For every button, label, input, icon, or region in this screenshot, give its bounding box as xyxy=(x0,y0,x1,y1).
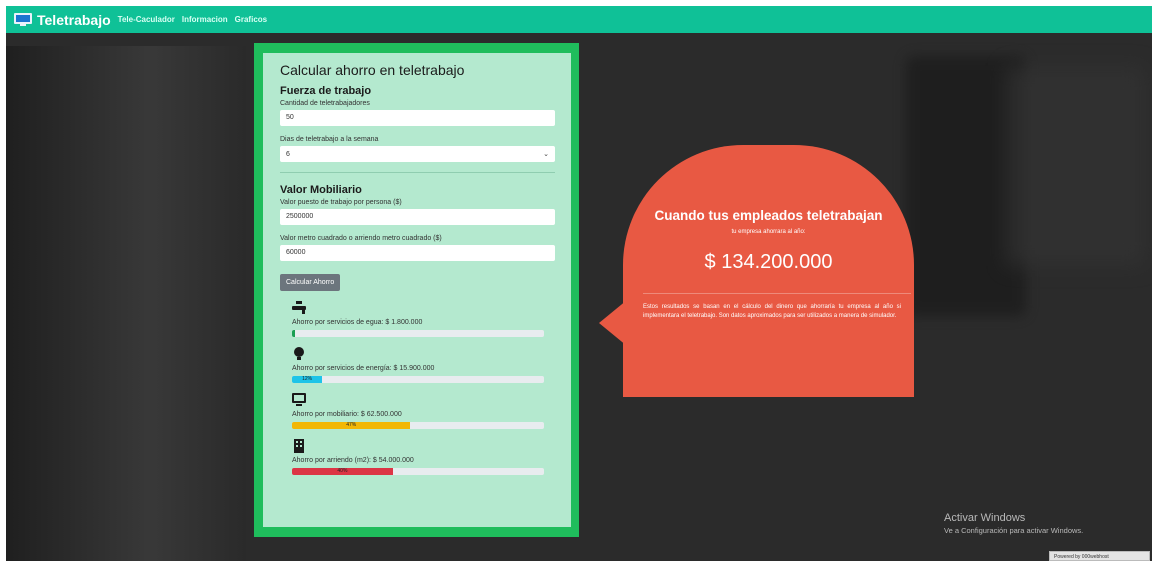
result-amount: $ 134.200.000 xyxy=(704,251,833,273)
progress-bar xyxy=(292,330,544,337)
workers-input[interactable]: 50 xyxy=(280,110,555,126)
progress-fill: 12% xyxy=(292,376,323,383)
brand-label: Teletrabajo xyxy=(37,11,111,28)
background-photo-left xyxy=(6,46,246,561)
progress-fill xyxy=(292,330,295,337)
workstation-input[interactable]: 2500000 xyxy=(280,209,555,225)
faucet-icon xyxy=(292,301,306,315)
chevron-down-icon: ⌄ xyxy=(543,151,549,158)
windows-activation-watermark: Activar Windows Ve a Configuración para … xyxy=(944,512,1083,535)
result-subtitle: tu empresa ahorrara al año: xyxy=(731,229,806,235)
savings-text: Ahorro por servicios de energía: $ 15.90… xyxy=(292,365,435,372)
powered-by-badge[interactable]: Powered by 000webhost xyxy=(1049,551,1150,561)
workstation-label: Valor puesto de trabajo por persona ($) xyxy=(280,199,402,206)
watermark-subtitle: Ve a Configuración para activar Windows. xyxy=(944,526,1084,535)
days-select-value: 6 xyxy=(286,150,290,158)
progress-fill: 40% xyxy=(292,468,393,475)
workforce-heading: Fuerza de trabajo xyxy=(280,85,372,97)
savings-item-furniture: Ahorro por mobiliario: $ 62.500.000 47% xyxy=(292,393,544,429)
savings-item-water: Ahorro por servicios de egua: $ 1.800.00… xyxy=(292,301,544,337)
calculator-title: Calcular ahorro en teletrabajo xyxy=(280,62,465,78)
days-label: Dias de teletrabajo a la semana xyxy=(280,136,379,143)
furniture-heading: Valor Mobiliario xyxy=(280,184,362,196)
section-divider xyxy=(280,172,555,173)
nav-link-tele-caculador[interactable]: Tele-Caculador xyxy=(118,15,175,24)
nav-link-informacion[interactable]: Informacion xyxy=(182,15,228,24)
progress-bar: 47% xyxy=(292,422,544,429)
result-title: Cuando tus empleados teletrabajan xyxy=(654,208,883,223)
savings-item-rent: Ahorro por arriendo (m2): $ 54.000.000 4… xyxy=(292,439,544,475)
workers-label: Cantidad de teletrabajadores xyxy=(280,100,370,107)
savings-text: Ahorro por servicios de egua: $ 1.800.00… xyxy=(292,319,423,326)
navbar: Teletrabajo Tele-Caculador Informacion G… xyxy=(6,6,1152,33)
brand-link[interactable]: Teletrabajo xyxy=(14,12,111,28)
calculate-button[interactable]: Calcular Ahorro xyxy=(280,274,341,291)
result-divider xyxy=(643,293,911,294)
sqm-label: Valor metro cuadrado o arriendo metro cu… xyxy=(280,235,442,242)
days-select[interactable]: 6 ⌄ xyxy=(280,146,555,162)
savings-text: Ahorro por arriendo (m2): $ 54.000.000 xyxy=(292,457,414,464)
calculator-panel: Calcular ahorro en teletrabajo Fuerza de… xyxy=(254,43,579,537)
progress-bar: 40% xyxy=(292,468,544,475)
savings-item-energy: Ahorro por servicios de energía: $ 15.90… xyxy=(292,347,544,383)
calculator-card: Calcular ahorro en teletrabajo Fuerza de… xyxy=(263,53,571,527)
lightbulb-icon xyxy=(292,347,306,361)
monitor-logo-icon xyxy=(14,13,32,26)
page-background xyxy=(6,6,1152,561)
result-bubble: Cuando tus empleados teletrabajan tu emp… xyxy=(623,145,914,397)
savings-text: Ahorro por mobiliario: $ 62.500.000 xyxy=(292,411,402,418)
sqm-input[interactable]: 60000 xyxy=(280,245,555,261)
watermark-title: Activar Windows xyxy=(944,512,1026,524)
background-photo-right-2 xyxy=(1006,66,1146,266)
progress-fill: 47% xyxy=(292,422,411,429)
building-icon xyxy=(292,439,306,453)
nav-link-graficos[interactable]: Graficos xyxy=(235,15,267,24)
result-note: Estos resultados se basan en el cálculo … xyxy=(643,304,901,319)
monitor-icon xyxy=(292,393,306,407)
progress-bar: 12% xyxy=(292,376,544,383)
